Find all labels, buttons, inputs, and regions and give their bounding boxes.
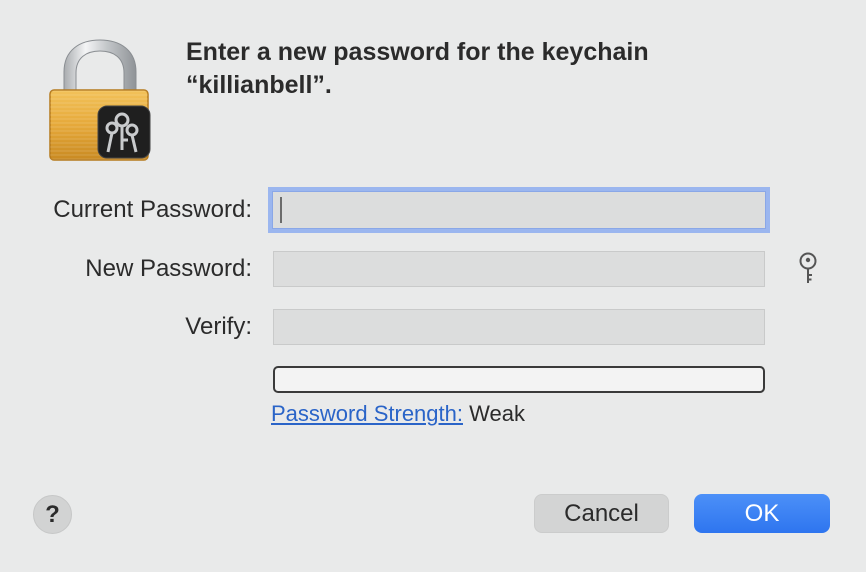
- dialog-title-line1: Enter a new password for the keychain: [186, 38, 649, 66]
- verify-field[interactable]: [273, 309, 765, 345]
- dialog-title-line2: “killianbell”.: [186, 71, 332, 99]
- change-keychain-password-dialog: Enter a new password for the keychain “k…: [0, 0, 866, 572]
- dialog-title: Enter a new password for the keychain “k…: [186, 36, 826, 102]
- help-button[interactable]: ?: [33, 495, 72, 534]
- keychain-lock-icon: [49, 39, 151, 161]
- new-password-field[interactable]: [273, 251, 765, 287]
- current-password-field[interactable]: [268, 187, 770, 233]
- password-strength-link[interactable]: Password Strength:: [271, 401, 463, 426]
- new-password-label: New Password:: [85, 255, 252, 282]
- key-icon[interactable]: [796, 252, 820, 286]
- password-strength-meter: [273, 366, 765, 393]
- current-password-label: Current Password:: [53, 196, 252, 223]
- password-strength-row: Password Strength: Weak: [271, 401, 525, 427]
- verify-label: Verify:: [185, 313, 252, 340]
- text-caret: [280, 197, 282, 223]
- cancel-button[interactable]: Cancel: [534, 494, 669, 533]
- password-strength-value: Weak: [469, 401, 525, 426]
- ok-button[interactable]: OK: [694, 494, 830, 533]
